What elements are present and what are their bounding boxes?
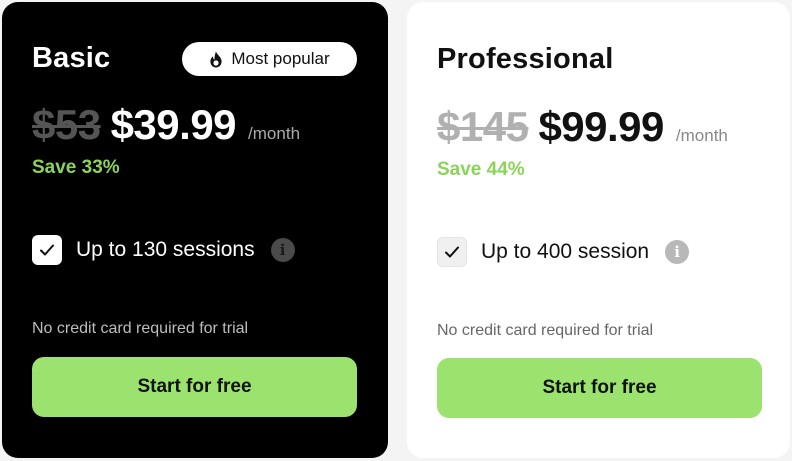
- info-icon[interactable]: i: [665, 240, 690, 264]
- start-for-free-button[interactable]: Start for free: [32, 357, 357, 417]
- original-price: $145: [437, 103, 529, 150]
- checkmark-icon: [32, 235, 62, 265]
- price-row: $53 $39.99 /month: [32, 101, 300, 149]
- current-price: $99.99: [538, 103, 664, 150]
- feature-row: Up to 400 session i: [437, 237, 690, 267]
- feature-row: Up to 130 sessions i: [32, 235, 295, 265]
- most-popular-badge: Most popular: [182, 42, 357, 76]
- feature-label: Up to 130 sessions: [76, 238, 255, 261]
- current-price: $39.99: [110, 101, 237, 148]
- badge-label: Most popular: [231, 49, 330, 68]
- start-for-free-button[interactable]: Start for free: [437, 358, 762, 418]
- feature-label: Up to 400 session: [481, 240, 650, 263]
- original-price: $53: [32, 101, 101, 148]
- pricing-card-professional: Professional $145 $99.99 /month Save 44%…: [407, 2, 790, 458]
- plan-title: Professional: [437, 43, 614, 75]
- price-period: /month: [248, 124, 301, 143]
- trial-note: No credit card required for trial: [437, 322, 654, 339]
- plan-title: Basic: [32, 42, 111, 74]
- checkmark-icon: [437, 237, 467, 267]
- flame-icon: [209, 51, 223, 68]
- pricing-card-basic: Basic Most popular $53 $39.99 /month Sav…: [2, 2, 388, 458]
- trial-note: No credit card required for trial: [32, 320, 249, 337]
- price-period: /month: [675, 126, 728, 145]
- savings-label: Save 44%: [437, 159, 525, 180]
- savings-label: Save 33%: [32, 157, 120, 178]
- info-icon[interactable]: i: [270, 238, 295, 262]
- price-row: $145 $99.99 /month: [437, 103, 728, 151]
